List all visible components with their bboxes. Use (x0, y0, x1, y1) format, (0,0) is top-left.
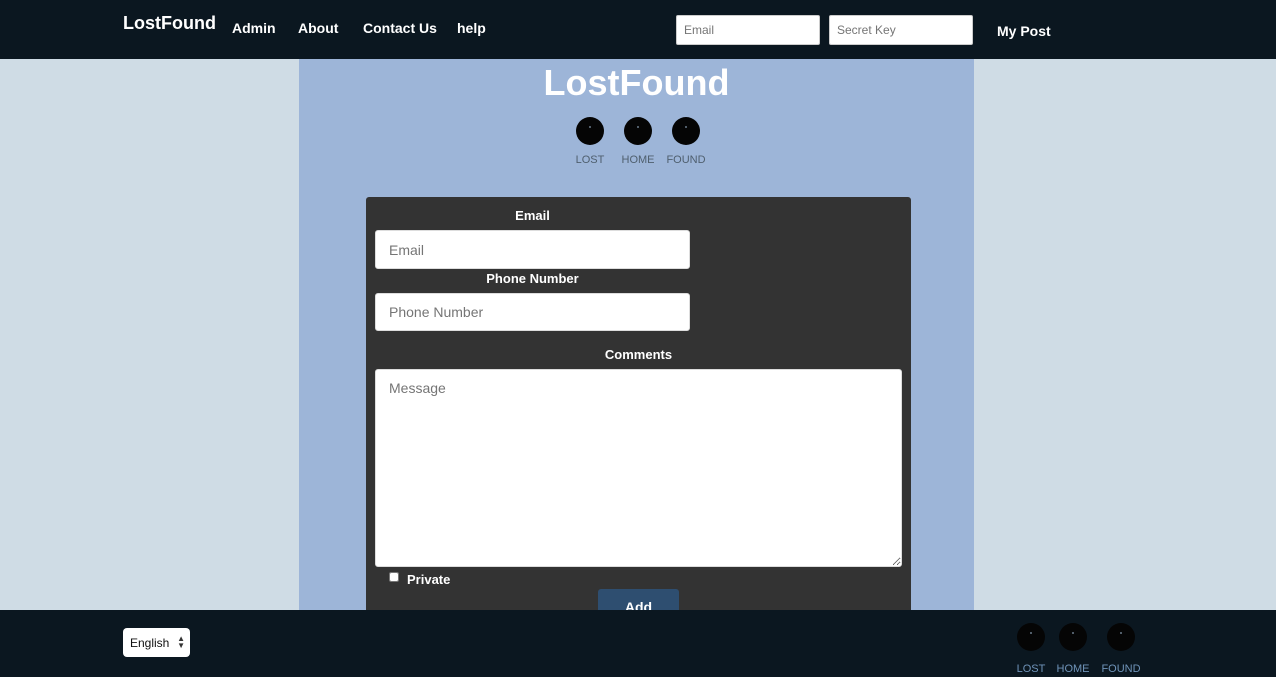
main-panel: LostFound LOST HOME FOUND Email Phone Nu… (299, 59, 974, 623)
found-dot-icon (672, 117, 700, 145)
circle-nav-label: FOUND (666, 154, 706, 166)
email-field[interactable] (375, 230, 690, 269)
language-select[interactable]: English ▲ ▼ (123, 628, 190, 657)
page-title: LostFound (543, 62, 730, 103)
circle-nav-found[interactable]: FOUND (661, 117, 711, 166)
email-label: Email (515, 208, 550, 223)
nav-contact-link[interactable]: Contact Us (363, 20, 437, 36)
top-navbar: LostFound Admin About Contact Us help My… (0, 0, 1276, 59)
footer-nav-found[interactable]: FOUND (1096, 623, 1146, 675)
lost-dot-icon (576, 117, 604, 145)
brand-link[interactable]: LostFound (123, 13, 216, 34)
circle-nav-home[interactable]: HOME (613, 117, 663, 166)
private-label: Private (407, 572, 451, 587)
post-form: Email Phone Number Comments Private Add (366, 197, 911, 623)
private-checkbox[interactable] (389, 572, 399, 582)
home-dot-icon (624, 117, 652, 145)
footer-nav-home[interactable]: HOME (1048, 623, 1098, 675)
nav-help-link[interactable]: help (457, 20, 486, 36)
footer: English ▲ ▼ LOST HOME FOUND (0, 610, 1276, 677)
nav-about-link[interactable]: About (298, 20, 338, 36)
circle-nav-label: LOST (575, 154, 605, 166)
header-secret-key-input[interactable] (829, 15, 973, 45)
circle-nav-lost[interactable]: LOST (565, 117, 615, 166)
header-email-input[interactable] (676, 15, 820, 45)
language-value: English (130, 636, 170, 650)
select-arrows-icon: ▲ ▼ (177, 634, 185, 650)
circle-nav-label: HOME (621, 154, 655, 166)
home-dot-icon (1059, 623, 1087, 651)
lost-dot-icon (1017, 623, 1045, 651)
found-dot-icon (1107, 623, 1135, 651)
my-post-link[interactable]: My Post (997, 23, 1051, 39)
nav-admin-link[interactable]: Admin (232, 20, 276, 36)
phone-label: Phone Number (486, 271, 579, 286)
footer-nav-label: HOME (1056, 663, 1090, 675)
message-textarea[interactable] (375, 369, 902, 567)
footer-nav-label: FOUND (1101, 663, 1141, 675)
comments-label: Comments (604, 347, 673, 362)
phone-field[interactable] (375, 293, 690, 331)
